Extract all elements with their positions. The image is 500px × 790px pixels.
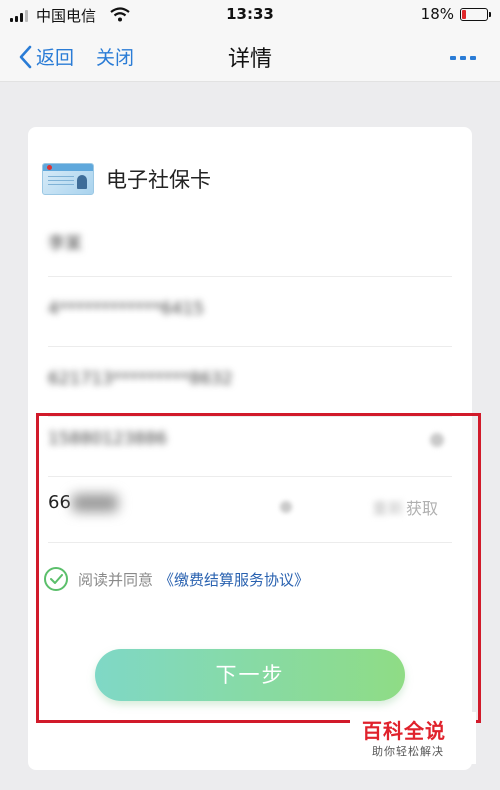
next-step-button[interactable]: 下一步 [95,649,405,701]
social-security-card-icon [42,163,94,195]
card-header: 电子社保卡 [42,163,211,195]
close-button[interactable]: 关闭 [96,43,134,70]
verification-code-value: 66 [48,492,71,513]
agreement-checkbox[interactable] [44,567,68,591]
back-label: 返回 [36,47,75,69]
phone-row[interactable]: 15880123886 [48,407,452,477]
page-title: 详情 [227,47,272,72]
nav-bar: 返回 关闭 详情 [0,30,500,82]
social-security-form-card: 电子社保卡 李某 4************6415 621713*******… [28,127,472,770]
battery-level [462,10,466,19]
id-number-row: 4************6415 [48,277,452,347]
get-code-button[interactable]: 重新 获取 [372,495,438,519]
card-title: 电子社保卡 [106,168,211,192]
clear-code-icon[interactable] [280,501,292,513]
agreement-text: 阅读并同意 [78,570,154,589]
get-code-label: 获取 [405,499,438,518]
watermark-title: 百科全说 [362,719,446,743]
status-bar: 中国电信 13:33 18% [0,0,500,30]
more-icon[interactable] [450,56,476,60]
battery-icon [460,8,491,21]
card-number-value: 621713*********8632 [48,369,233,389]
clear-icon[interactable] [430,433,444,447]
agreement-link[interactable]: 《缴费结算服务协议》 [159,569,309,590]
get-code-blurred-text: 重新 [371,499,404,518]
check-icon [49,574,63,584]
code-masked-tail [71,493,118,512]
phone-input[interactable]: 15880123886 [48,429,167,449]
watermark-subtitle: 助你轻松解决 [372,745,444,758]
name-row: 李某 [48,207,452,277]
agreement-row: 阅读并同意 《缴费结算服务协议》 [44,567,309,591]
verification-code-row: 66 重新 获取 [48,473,452,543]
back-button[interactable]: 返回 [18,43,74,70]
battery-percent: 18% [420,5,454,23]
name-value: 李某 [48,234,82,254]
verification-code-input[interactable]: 66 [48,492,118,513]
id-number-value: 4************6415 [48,299,205,319]
watermark: 百科全说 助你轻松解决 [350,712,476,764]
chevron-left-icon [19,45,32,68]
